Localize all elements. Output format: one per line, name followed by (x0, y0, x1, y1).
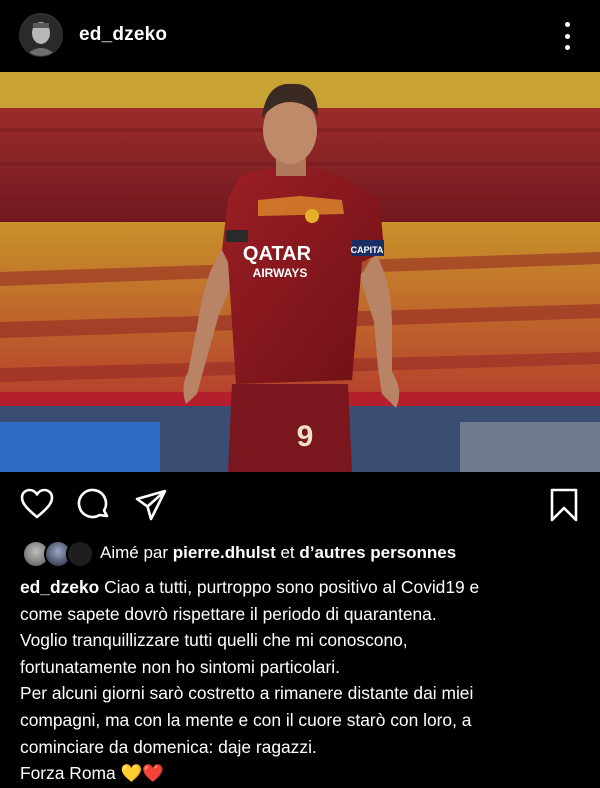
action-bar (0, 478, 600, 534)
more-icon[interactable] (560, 22, 574, 50)
post-header: ed_dzeko (0, 0, 600, 72)
caption-line: cominciare da domenica: daje ragazzi. (20, 736, 317, 757)
caption-line: ed_dzeko Ciao a tutti, purtroppo sono po… (20, 574, 585, 601)
yellow-heart-emoji: 💛 (120, 764, 143, 785)
likes-prefix: Aimé par (100, 543, 169, 562)
red-heart-emoji: ❤️ (142, 764, 164, 785)
jersey-sponsor-sub: AIRWAYS (253, 266, 308, 280)
post-caption: ed_dzeko Ciao a tutti, purtroppo sono po… (20, 574, 585, 788)
others-link[interactable]: d’autres personnes (299, 543, 456, 562)
likes-row: Aimé par pierre.dhulst et d’autres perso… (0, 538, 600, 570)
liker-avatar (66, 540, 94, 568)
caption-line: Forza Roma 💛❤️ (20, 760, 585, 788)
jersey-number: 9 (297, 420, 314, 453)
likes-connector: et (280, 543, 295, 562)
heart-icon[interactable] (20, 488, 54, 525)
liker-avatars[interactable] (22, 540, 96, 568)
caption-text: Ciao a tutti, purtroppo sono positivo al… (104, 577, 480, 597)
jersey-sponsor: QATAR (243, 243, 312, 265)
caption-line: Per alcuni giorni sarò costretto a riman… (20, 683, 474, 704)
header-username[interactable]: ed_dzeko (79, 24, 167, 46)
caption-line: compagni, ma con la mente e con il cuore… (20, 709, 472, 730)
post-photo[interactable]: QATAR AIRWAYS CAPITA 9 (0, 72, 600, 472)
captain-armband: CAPITA (351, 245, 384, 255)
caption-line: fortunatamente non ho sintomi particolar… (20, 656, 340, 677)
comment-icon[interactable] (77, 488, 111, 527)
caption-line: Voglio tranquillizzare tutti quelli che … (20, 630, 408, 651)
share-icon[interactable] (134, 488, 168, 527)
likes-summary[interactable]: Aimé par pierre.dhulst et d’autres perso… (100, 543, 456, 563)
avatar[interactable] (20, 14, 62, 56)
liker-username[interactable]: pierre.dhulst (173, 543, 276, 562)
caption-text: Forza Roma (20, 763, 116, 784)
caption-line: come sapete dovrò rispettare il periodo … (20, 603, 437, 624)
bookmark-icon[interactable] (550, 488, 578, 527)
caption-username[interactable]: ed_dzeko (20, 577, 99, 597)
